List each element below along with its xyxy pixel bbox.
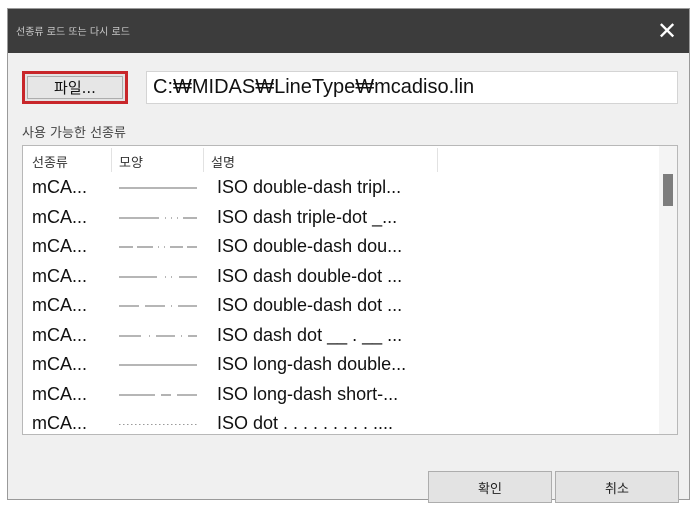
column-header-linetype[interactable]: 선종류 (32, 152, 68, 171)
dot-segment (171, 424, 173, 425)
linetype-preview (119, 424, 197, 425)
dialog-titlebar: 선종류 로드 또는 다시 로드 ✕ (8, 9, 689, 53)
linetype-preview (119, 246, 197, 248)
dot-segment (175, 424, 177, 425)
linetype-name: mCA... (32, 413, 88, 433)
list-item[interactable]: mCA... ISO dash dot __ . __ ... (23, 323, 653, 352)
list-item[interactable]: mCA... ISO double-dash dot ... (23, 293, 653, 322)
dot-segment (135, 424, 137, 425)
ok-button[interactable]: 확인 (428, 471, 552, 503)
scrollbar-thumb[interactable] (663, 174, 673, 206)
dot-segment (191, 424, 193, 425)
list-item[interactable]: mCA... ISO dash triple-dot _... (23, 205, 653, 234)
dot-segment (143, 424, 145, 425)
linetype-description: ISO double-dash dot ... (217, 295, 403, 315)
dot-segment (187, 424, 189, 425)
linetype-description: ISO double-dash dou... (217, 236, 403, 256)
load-linetype-dialog: 선종류 로드 또는 다시 로드 ✕ 파일... C:₩MIDAS₩LineTyp… (7, 8, 690, 503)
column-divider (437, 148, 438, 172)
linetype-preview (119, 216, 197, 219)
dot-segment (167, 424, 169, 425)
column-header-appearance[interactable]: 모양 (119, 152, 143, 171)
dialog-title: 선종류 로드 또는 다시 로드 (16, 27, 130, 38)
dot-segment (159, 424, 161, 425)
linetype-description: ISO long-dash short-... (217, 383, 399, 404)
linetype-preview (119, 275, 197, 278)
list-item[interactable]: mCA... ISO double-dash dou... (23, 234, 653, 263)
dot-segment (179, 424, 181, 425)
linetype-name: mCA... (32, 383, 88, 404)
column-header-description[interactable]: 설명 (211, 152, 235, 171)
linetype-description: ISO double-dash tripl... (217, 177, 402, 197)
linetype-preview (119, 393, 197, 396)
dot-segment (119, 424, 121, 425)
cancel-button[interactable]: 취소 (555, 471, 679, 503)
linetype-name: mCA... (32, 206, 88, 227)
linetype-name: mCA... (32, 177, 88, 197)
linetype-description: ISO dash dot __ . __ ... (217, 324, 403, 345)
dot-segment (163, 424, 165, 425)
linetype-preview (119, 364, 197, 366)
list-header: 선종류 모양 설명 (23, 146, 438, 174)
file-path-field[interactable]: C:₩MIDAS₩LineType₩mcadiso.lin (146, 71, 678, 104)
dot-segment (139, 424, 141, 425)
available-linetypes-label: 사용 가능한 선종류 (22, 126, 126, 141)
column-divider (203, 148, 204, 172)
linetype-description: ISO dash double-dot ... (217, 265, 403, 286)
linetype-description: ISO dash triple-dot _... (217, 206, 398, 227)
file-button[interactable]: 파일... (22, 71, 128, 104)
linetype-name: mCA... (32, 354, 88, 374)
dot-segment (131, 424, 133, 425)
linetype-description: ISO long-dash double... (217, 354, 407, 374)
vertical-scrollbar[interactable] (659, 146, 677, 434)
file-button-label: 파일... (54, 79, 96, 97)
linetype-preview (119, 187, 197, 189)
dot-segment (151, 424, 153, 425)
linetype-name: mCA... (32, 295, 88, 315)
dot-segment (183, 424, 185, 425)
list-item[interactable]: mCA... ISO long-dash short-... (23, 382, 653, 411)
dot-segment (155, 424, 157, 425)
linetype-preview (119, 305, 197, 307)
linetype-name: mCA... (32, 265, 88, 286)
list-item[interactable]: mCA... ISO dash double-dot ... (23, 264, 653, 293)
dot-segment (195, 424, 197, 425)
linetype-list[interactable]: 선종류 모양 설명 mCA... ISO double-dash tripl...… (22, 145, 678, 435)
dot-segment (127, 424, 129, 425)
linetype-preview (119, 334, 197, 337)
list-item[interactable]: mCA... ISO dot . . . . . . . . . .... (23, 411, 653, 434)
list-item[interactable]: mCA... ISO long-dash double... (23, 352, 653, 381)
linetype-description: ISO dot . . . . . . . . . .... (217, 413, 394, 433)
linetype-name: mCA... (32, 236, 88, 256)
linetype-name: mCA... (32, 324, 88, 345)
dot-segment (123, 424, 125, 425)
dot-segment (147, 424, 149, 425)
list-item[interactable]: mCA... ISO double-dash tripl... (23, 175, 653, 204)
column-divider (111, 148, 112, 172)
close-icon[interactable]: ✕ (645, 9, 689, 53)
